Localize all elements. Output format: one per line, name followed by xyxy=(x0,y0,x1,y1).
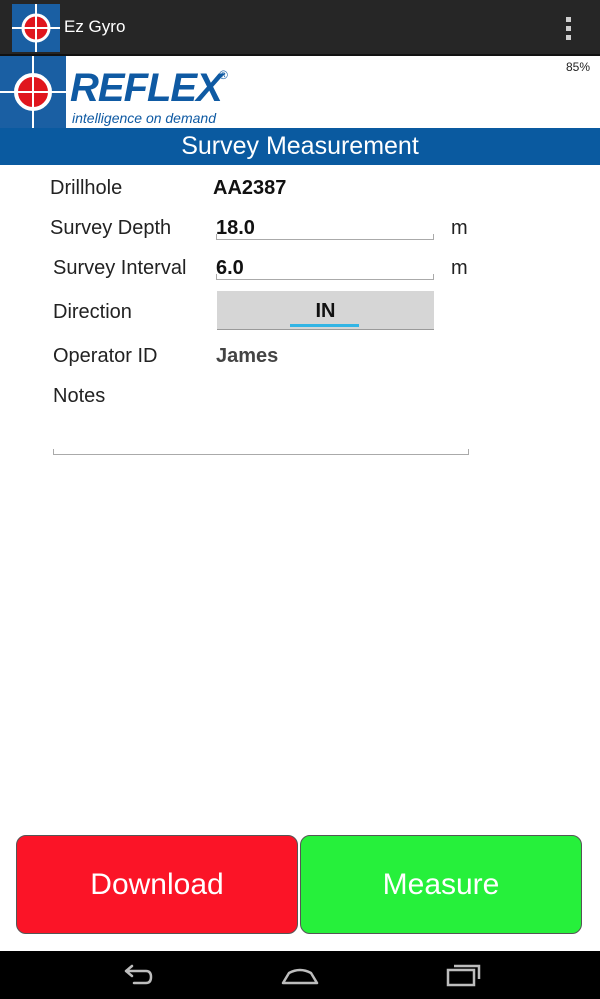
system-nav-bar xyxy=(0,951,600,999)
focus-indicator xyxy=(290,324,359,327)
direction-value: IN xyxy=(315,300,336,322)
survey-depth-value: 18.0 xyxy=(216,217,255,239)
download-button[interactable]: Download xyxy=(16,835,298,934)
logo-header: REFLEX ® intelligence on demand 85% xyxy=(0,56,600,128)
recent-apps-icon[interactable] xyxy=(444,961,484,989)
app-logo-icon[interactable] xyxy=(12,4,60,52)
brand-tagline: intelligence on demand xyxy=(72,110,216,126)
drillhole-label: Drillhole xyxy=(50,177,123,199)
page-title: Survey Measurement xyxy=(0,128,600,165)
direction-toggle-button[interactable]: IN xyxy=(217,291,434,330)
app-title: Ez Gyro xyxy=(64,17,126,36)
screen: Ez Gyro REFLEX ® intelligence on demand … xyxy=(0,0,600,999)
brand-name: REFLEX xyxy=(70,66,223,110)
notes-input[interactable] xyxy=(53,420,469,455)
survey-interval-label: Survey Interval xyxy=(53,257,187,279)
direction-label: Direction xyxy=(53,301,132,323)
battery-level: 85% xyxy=(565,60,590,74)
registered-mark: ® xyxy=(219,68,228,82)
reflex-logo-icon xyxy=(0,56,66,128)
survey-interval-input[interactable]: 6.0 xyxy=(216,254,434,280)
home-icon[interactable] xyxy=(280,961,320,989)
survey-depth-unit: m xyxy=(451,217,468,239)
overflow-menu-icon[interactable] xyxy=(556,12,580,44)
operator-id-value: James xyxy=(216,345,279,367)
back-icon[interactable] xyxy=(118,961,158,989)
survey-interval-unit: m xyxy=(451,257,468,279)
survey-interval-value: 6.0 xyxy=(216,257,244,279)
drillhole-value: AA2387 xyxy=(213,177,287,199)
survey-depth-label: Survey Depth xyxy=(50,217,172,239)
measure-button[interactable]: Measure xyxy=(300,835,582,934)
survey-depth-input[interactable]: 18.0 xyxy=(216,214,434,240)
operator-id-label: Operator ID xyxy=(53,345,158,367)
action-bar: Ez Gyro xyxy=(0,0,600,56)
notes-label: Notes xyxy=(53,385,106,407)
